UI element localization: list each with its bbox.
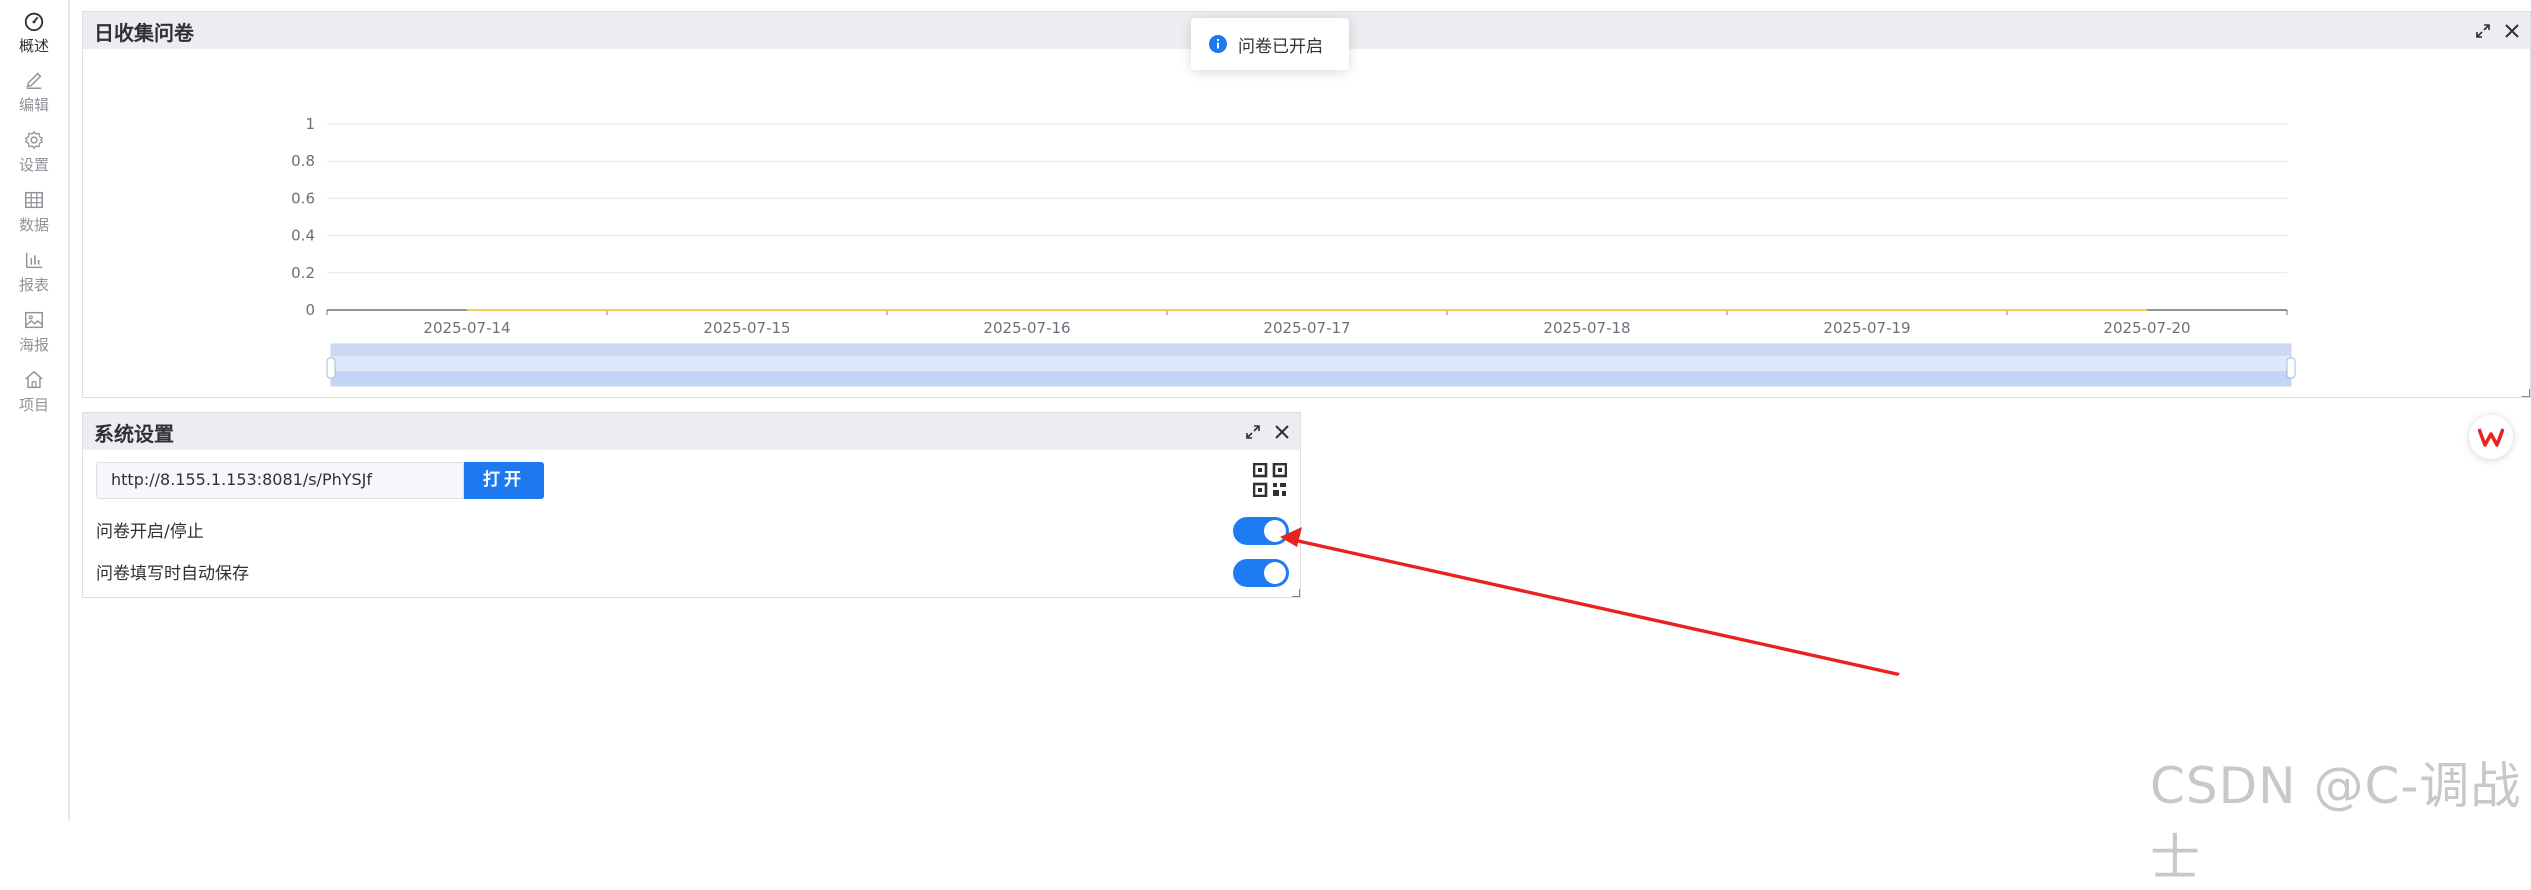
sidebar-item-label: 编辑 bbox=[19, 94, 49, 115]
setting-label-survey-toggle: 问卷开启/停止 bbox=[96, 517, 204, 542]
sidebar-item-overview[interactable]: 概述 bbox=[0, 10, 68, 66]
sidebar-item-label: 海报 bbox=[19, 334, 49, 355]
sidebar-item-label: 项目 bbox=[19, 394, 49, 415]
sidebar: 概述 编辑 设置 数据 报表 bbox=[0, 0, 70, 821]
image-icon bbox=[23, 309, 45, 331]
x-tick-label: 2025-07-20 bbox=[2103, 319, 2190, 337]
arrow-head bbox=[1280, 527, 1302, 547]
y-tick-label: 0 bbox=[305, 301, 315, 319]
chart-grid bbox=[327, 124, 2287, 273]
table-grid-icon bbox=[23, 189, 45, 211]
wps-floating-button[interactable] bbox=[2469, 415, 2513, 459]
toast-text: 问卷已开启 bbox=[1238, 32, 1323, 57]
setting-label-autosave: 问卷填写时自动保存 bbox=[96, 559, 249, 584]
arrow-shaft bbox=[1286, 537, 1900, 676]
dashboard-icon bbox=[23, 10, 45, 32]
home-icon bbox=[23, 369, 45, 391]
sidebar-item-label: 报表 bbox=[19, 274, 49, 295]
x-tick-label: 2025-07-16 bbox=[983, 319, 1070, 337]
sidebar-item-settings[interactable]: 设置 bbox=[0, 129, 68, 185]
y-tick-label: 0.6 bbox=[291, 189, 315, 207]
open-button[interactable]: 打开 bbox=[464, 462, 544, 499]
zoom-top-bar bbox=[331, 344, 2291, 356]
info-icon bbox=[1209, 35, 1227, 53]
resize-grip-icon[interactable] bbox=[2522, 389, 2530, 397]
y-tick-label: 0.4 bbox=[291, 227, 315, 245]
zoom-selected-range bbox=[331, 371, 2291, 386]
watermark: CSDN @C-调战士 bbox=[2150, 746, 2531, 890]
x-tick-label: 2025-07-19 bbox=[1823, 319, 1910, 337]
chart-axes: 0 0.2 0.4 0.6 0.8 1 2025-07-14 2025-07-15 2025-0… bbox=[291, 115, 2287, 337]
toast-message: 问卷已开启 bbox=[1191, 18, 1349, 70]
y-tick-label: 0.8 bbox=[291, 152, 315, 170]
panel-title: 系统设置 bbox=[94, 418, 174, 447]
close-icon[interactable] bbox=[1273, 423, 1291, 441]
sidebar-item-data[interactable]: 数据 bbox=[0, 189, 68, 245]
sidebar-item-label: 设置 bbox=[19, 154, 49, 175]
x-tick-label: 2025-07-14 bbox=[423, 319, 510, 337]
annotation-arrow bbox=[1280, 520, 1920, 680]
sidebar-item-project[interactable]: 项目 bbox=[0, 369, 68, 425]
gear-icon bbox=[23, 129, 45, 151]
qrcode-icon[interactable] bbox=[1253, 463, 1287, 497]
y-tick-label: 1 bbox=[305, 115, 315, 133]
pencil-icon bbox=[23, 69, 45, 91]
sidebar-item-label: 数据 bbox=[19, 214, 49, 235]
system-settings-panel: 系统设置 http://8.155.1.153:8081/s/PhYSJf 打开… bbox=[82, 412, 1301, 598]
expand-icon[interactable] bbox=[1244, 423, 1262, 441]
y-tick-label: 0.2 bbox=[291, 264, 315, 282]
sidebar-item-label: 概述 bbox=[19, 35, 49, 56]
sidebar-item-report[interactable]: 报表 bbox=[0, 249, 68, 305]
x-tick-label: 2025-07-15 bbox=[703, 319, 790, 337]
wps-logo-icon bbox=[2478, 427, 2504, 447]
sidebar-item-poster[interactable]: 海报 bbox=[0, 309, 68, 365]
data-zoom-slider[interactable] bbox=[327, 344, 2295, 386]
x-tick-label: 2025-07-18 bbox=[1543, 319, 1630, 337]
zoom-handle-left bbox=[327, 358, 335, 378]
zoom-handle-right bbox=[2287, 358, 2295, 378]
bar-chart-icon bbox=[23, 249, 45, 271]
survey-url-field[interactable]: http://8.155.1.153:8081/s/PhYSJf bbox=[96, 462, 464, 499]
x-tick-label: 2025-07-17 bbox=[1263, 319, 1350, 337]
panel-header: 系统设置 bbox=[83, 413, 1300, 450]
sidebar-item-edit[interactable]: 编辑 bbox=[0, 69, 68, 125]
